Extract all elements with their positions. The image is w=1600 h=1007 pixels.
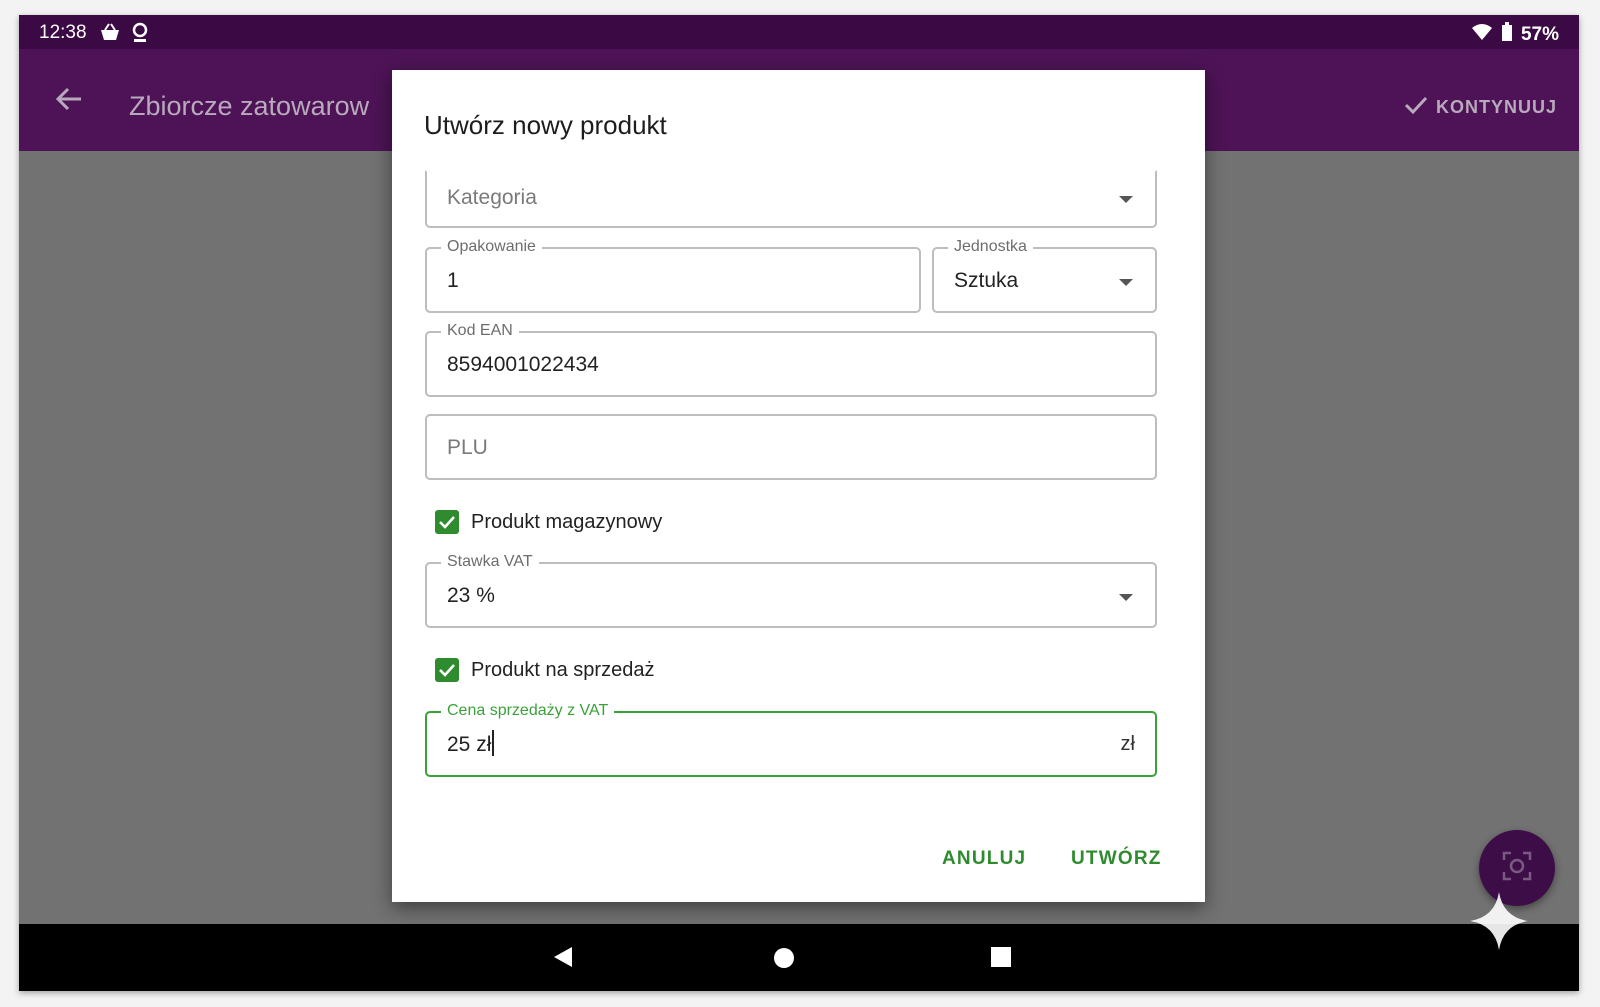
price-label: Cena sprzedaży z VAT xyxy=(441,702,615,720)
text-cursor xyxy=(492,730,495,757)
location-icon xyxy=(131,22,149,50)
stock-product-checkbox[interactable]: Produkt magazynowy xyxy=(435,510,662,534)
plu-placeholder: PLU xyxy=(447,436,488,459)
back-arrow-icon[interactable] xyxy=(55,85,83,118)
continue-label: KONTYNUUJ xyxy=(1435,97,1557,117)
app-title: Zbiorcze zatowarow xyxy=(129,91,370,121)
unit-value: Sztuka xyxy=(954,269,1019,292)
for-sale-label: Produkt na sprzedaż xyxy=(471,658,655,681)
nav-back-icon[interactable] xyxy=(552,945,574,974)
status-bar: 12:38 57% xyxy=(19,15,1579,49)
sparkle-icon xyxy=(1468,890,1530,957)
continue-button[interactable]: KONTYNUUJ xyxy=(1404,95,1557,120)
checkbox-checked-icon xyxy=(435,510,459,534)
ean-label: Kod EAN xyxy=(441,322,519,340)
wifi-icon xyxy=(1471,23,1493,47)
system-nav-bar xyxy=(19,924,1579,991)
category-select[interactable]: Kategoria xyxy=(425,170,1157,228)
unit-select[interactable]: Jednostka Sztuka xyxy=(932,238,1157,313)
nav-home-icon[interactable] xyxy=(773,947,795,974)
packaging-value: 1 xyxy=(447,269,459,292)
stock-product-label: Produkt magazynowy xyxy=(471,510,663,533)
check-icon xyxy=(1404,95,1428,120)
chevron-down-icon xyxy=(1119,196,1133,203)
chevron-down-icon xyxy=(1119,279,1133,286)
vat-rate-select[interactable]: Stawka VAT 23 % xyxy=(425,553,1157,628)
plu-field[interactable]: PLU xyxy=(425,414,1157,480)
status-time: 12:38 xyxy=(39,22,87,43)
scan-icon xyxy=(1502,851,1532,886)
create-button[interactable]: UTWÓRZ xyxy=(1071,848,1162,870)
price-value-wrap: 25 zł xyxy=(447,730,495,757)
battery-level: 57% xyxy=(1520,24,1559,45)
price-field[interactable]: Cena sprzedaży z VAT 25 zł zł xyxy=(425,702,1157,777)
packaging-label: Opakowanie xyxy=(441,238,542,256)
category-placeholder: Kategoria xyxy=(447,186,537,209)
price-value: 25 zł xyxy=(447,733,492,756)
nav-recents-icon[interactable] xyxy=(990,946,1012,973)
for-sale-checkbox[interactable]: Produkt na sprzedaż xyxy=(435,658,654,682)
battery-icon xyxy=(1501,22,1513,48)
unit-label: Jednostka xyxy=(948,238,1033,256)
packaging-field[interactable]: Opakowanie 1 xyxy=(425,238,921,313)
basket-icon xyxy=(99,22,121,48)
ean-field[interactable]: Kod EAN 8594001022434 xyxy=(425,322,1157,397)
checkbox-checked-icon xyxy=(435,658,459,682)
cancel-button[interactable]: ANULUJ xyxy=(942,848,1026,870)
vat-rate-value: 23 % xyxy=(447,584,495,607)
ean-value: 8594001022434 xyxy=(447,353,599,376)
create-product-dialog: Utwórz nowy produkt Kategoria Opakowanie… xyxy=(392,70,1205,902)
chevron-down-icon xyxy=(1119,594,1133,601)
dialog-title: Utwórz nowy produkt xyxy=(424,110,667,140)
price-suffix: zł xyxy=(1120,733,1135,755)
vat-rate-label: Stawka VAT xyxy=(441,553,539,571)
